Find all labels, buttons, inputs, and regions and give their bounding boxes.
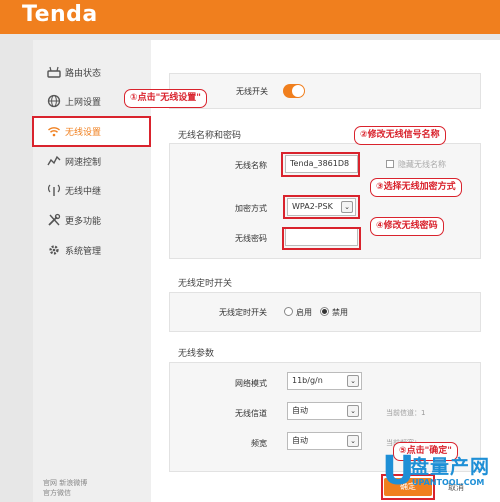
- globe-icon: [47, 94, 61, 108]
- wifi-switch-label: 无线开关: [236, 87, 268, 96]
- watermark-cn: 盘量产网: [410, 456, 491, 478]
- sidebar-item-label: 上网设置: [65, 98, 102, 108]
- section-title-ssid: 无线名称和密码: [178, 131, 242, 141]
- bandwidth-value: 自动: [292, 436, 308, 445]
- sidebar-item-label: 无线中继: [65, 187, 102, 197]
- timer-disable-label: 禁用: [332, 308, 348, 317]
- router-status-icon: [47, 65, 61, 79]
- gear-icon: [47, 243, 61, 257]
- watermark-url: UPANTOOL.COM: [412, 478, 485, 487]
- channel-value: 自动: [292, 406, 308, 415]
- hide-ssid-label: 隐藏无线名称: [398, 160, 446, 169]
- sidebar-item-label: 网速控制: [65, 158, 102, 168]
- sidebar-item-speed-control[interactable]: 网速控制: [33, 147, 151, 175]
- timer-label: 无线定时开关: [219, 308, 267, 317]
- sidebar-item-router-status[interactable]: 路由状态: [33, 58, 151, 86]
- chevron-down-icon: ⌄: [347, 405, 359, 417]
- sidebar-item-label: 更多功能: [65, 217, 102, 227]
- timer-enable-label: 启用: [296, 308, 312, 317]
- chevron-down-icon: ⌄: [347, 375, 359, 387]
- chevron-down-icon: ⌄: [347, 435, 359, 447]
- callout-step-2: ②修改无线信号名称: [354, 126, 446, 145]
- wifi-switch-toggle[interactable]: [283, 84, 305, 98]
- mode-label: 网络模式: [235, 379, 267, 388]
- hide-ssid-checkbox[interactable]: [386, 160, 394, 168]
- sidebar: 路由状态 上网设置 无线设置 网速控制 无线中继 更多功能 系统管理: [33, 40, 151, 502]
- antenna-icon: [47, 183, 61, 197]
- annotation-box-ssid: [281, 152, 360, 177]
- sidebar-item-label: 路由状态: [65, 69, 102, 79]
- timer-enable-radio[interactable]: [284, 307, 293, 316]
- sidebar-item-system-management[interactable]: 系统管理: [33, 236, 151, 264]
- encrypt-label: 加密方式: [235, 204, 267, 213]
- timer-disable-radio[interactable]: [320, 307, 329, 316]
- section-title-timer: 无线定时开关: [178, 279, 233, 289]
- channel-hint: 当前信道：1: [386, 409, 426, 417]
- callout-step-1: ①点击"无线设置": [124, 89, 207, 108]
- toggle-knob: [292, 85, 304, 97]
- wifi-switch-panel: [169, 73, 481, 109]
- sidebar-item-label: 系统管理: [65, 247, 102, 257]
- bandwidth-select[interactable]: 自动 ⌄: [287, 432, 362, 450]
- annotation-box-password: [282, 227, 361, 250]
- tenda-logo: Tenda: [22, 2, 98, 27]
- watermark-logo: U 盘量产网 UPANTOOL.COM: [382, 448, 500, 502]
- callout-step-3: ③选择无线加密方式: [370, 178, 462, 197]
- mode-select[interactable]: 11b/g/n ⌄: [287, 372, 362, 390]
- section-title-params: 无线参数: [178, 349, 215, 359]
- sidebar-footer-links: 官网 新浪微博 官方微信: [43, 478, 87, 498]
- callout-step-4: ④修改无线密码: [370, 217, 444, 236]
- footer-link-website-weibo[interactable]: 官网 新浪微博: [43, 478, 87, 488]
- tools-icon: [47, 213, 61, 227]
- speed-chart-icon: [47, 154, 61, 168]
- annotation-box-encrypt: [283, 195, 360, 219]
- sidebar-item-more-functions[interactable]: 更多功能: [33, 206, 151, 234]
- annotation-box-wireless-nav: [32, 116, 151, 147]
- channel-label: 无线信道: [235, 409, 267, 418]
- top-header-bar: Tenda: [0, 0, 500, 34]
- footer-link-wechat[interactable]: 官方微信: [43, 488, 87, 498]
- sidebar-item-wireless-repeater[interactable]: 无线中继: [33, 176, 151, 204]
- password-label: 无线密码: [235, 234, 267, 243]
- ssid-label: 无线名称: [235, 161, 267, 170]
- channel-select[interactable]: 自动 ⌄: [287, 402, 362, 420]
- mode-value: 11b/g/n: [292, 376, 323, 385]
- bandwidth-label: 频宽: [251, 439, 267, 448]
